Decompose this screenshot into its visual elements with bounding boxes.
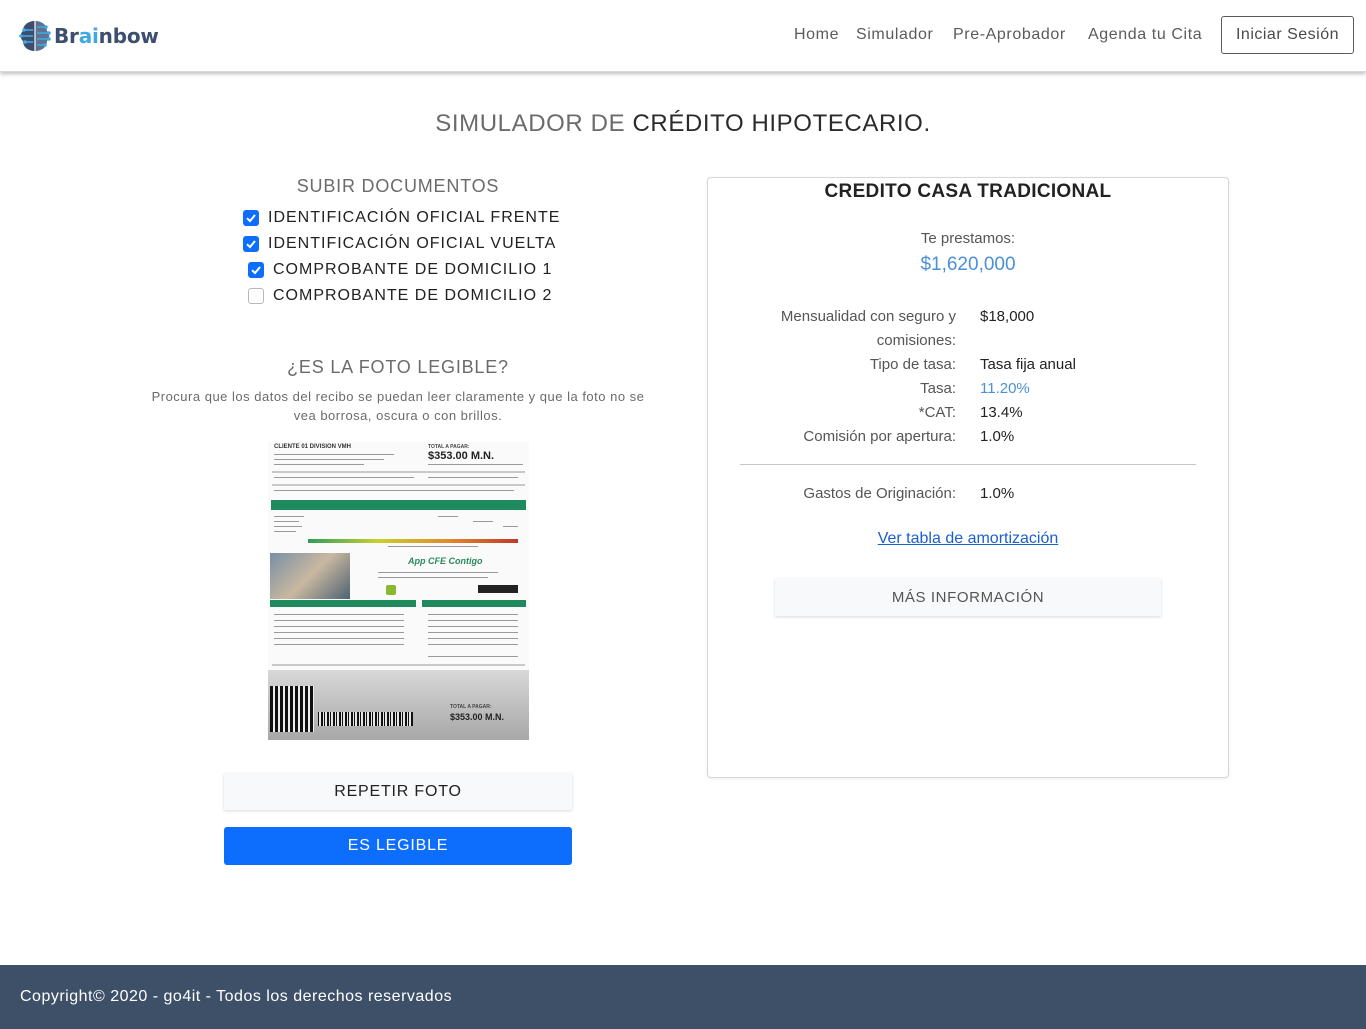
checkbox-checked-icon[interactable] xyxy=(243,210,259,226)
doc-label: IDENTIFICACIÓN OFICIAL VUELTA xyxy=(268,235,557,252)
rate-type-label: Tipo de tasa: xyxy=(869,356,956,373)
checkbox-unchecked-icon[interactable] xyxy=(248,288,264,304)
origination-label: Gastos de Originación: xyxy=(803,485,956,502)
monthly-label: Mensualidad con seguro y xyxy=(780,308,956,325)
nav-home-link[interactable]: Home xyxy=(794,26,839,44)
rate-type-value: Tasa fija anual xyxy=(980,356,1076,373)
nav-pre-aprobador-link[interactable]: Pre-Aprobador xyxy=(953,26,1066,44)
receipt-app-title: App CFE Contigo xyxy=(408,556,483,566)
rate-value: 11.20% xyxy=(980,380,1030,397)
receipt-customer: CLIENTE 01 DIVISION VMH xyxy=(274,444,352,450)
doc-label: COMPROBANTE DE DOMICILIO 1 xyxy=(273,261,553,278)
nav-simulador-link[interactable]: Simulador xyxy=(856,26,933,44)
documents-heading: SUBIR DOCUMENTOS xyxy=(296,176,500,196)
navbar: Brainbow Home Simulador Pre-Aprobador Ag… xyxy=(0,0,1366,72)
receipt-bottom-total: $353.00 M.N. xyxy=(450,712,505,722)
legibility-heading: ¿ES LA FOTO LEGIBLE? xyxy=(287,357,509,377)
doc-label: IDENTIFICACIÓN OFICIAL FRENTE xyxy=(268,209,561,226)
doc-checkbox-address-1[interactable]: COMPROBANTE DE DOMICILIO 1 xyxy=(248,259,552,281)
monthly-value: $18,000 xyxy=(980,308,1035,325)
receipt-photo-preview: CLIENTE 01 DIVISION VMH TOTAL A PAGAR: $… xyxy=(268,442,529,740)
checkbox-checked-icon[interactable] xyxy=(248,262,264,278)
monthly-label-line2: comisiones: xyxy=(876,332,956,349)
doc-label: COMPROBANTE DE DOMICILIO 2 xyxy=(273,287,553,304)
footer: Copyright© 2020 - go4it - Todos los dere… xyxy=(0,965,1366,1029)
credit-summary-card: CREDITO CASA TRADICIONAL Te prestamos: $… xyxy=(707,177,1229,778)
is-legible-button[interactable]: ES LEGIBLE xyxy=(224,827,572,865)
cat-label: *CAT: xyxy=(918,404,956,421)
repeat-photo-button[interactable]: REPETIR FOTO xyxy=(224,773,572,810)
receipt-bottom-total-label: TOTAL A PAGAR: xyxy=(450,704,492,710)
brand-name: Brainbow xyxy=(54,24,159,48)
nav-agenda-link[interactable]: Agenda tu Cita xyxy=(1088,26,1202,44)
page-title: SIMULADOR DE CRÉDITO HIPOTECARIO. xyxy=(435,110,931,137)
lend-amount: $1,620,000 xyxy=(920,254,1016,275)
brain-circuit-icon xyxy=(19,21,51,51)
opening-fee-label: Comisión por apertura: xyxy=(803,428,956,445)
legibility-hint: Procura que los datos del recibo se pued… xyxy=(151,389,645,423)
copyright-text: Copyright© 2020 - go4it - Todos los dere… xyxy=(20,988,453,1005)
divider xyxy=(740,464,1196,465)
amortization-table-link[interactable]: Ver tabla de amortización xyxy=(708,530,1228,548)
login-button[interactable]: Iniciar Sesión xyxy=(1221,16,1354,54)
origination-value: 1.0% xyxy=(980,485,1015,502)
doc-checkbox-address-2[interactable]: COMPROBANTE DE DOMICILIO 2 xyxy=(248,285,552,307)
rate-label: Tasa: xyxy=(920,380,956,397)
more-info-button[interactable]: MÁS INFORMACIÓN xyxy=(775,578,1161,616)
brand-logo[interactable]: Brainbow xyxy=(18,17,159,55)
checkbox-checked-icon[interactable] xyxy=(243,236,259,252)
credit-title: CREDITO CASA TRADICIONAL xyxy=(824,181,1112,202)
doc-checkbox-id-back[interactable]: IDENTIFICACIÓN OFICIAL VUELTA xyxy=(243,233,556,255)
opening-fee-value: 1.0% xyxy=(980,428,1015,445)
lend-label: Te prestamos: xyxy=(920,230,1016,247)
cat-value: 13.4% xyxy=(980,404,1023,421)
doc-checkbox-id-front[interactable]: IDENTIFICACIÓN OFICIAL FRENTE xyxy=(243,207,560,229)
receipt-total: $353.00 M.N. xyxy=(428,450,495,462)
